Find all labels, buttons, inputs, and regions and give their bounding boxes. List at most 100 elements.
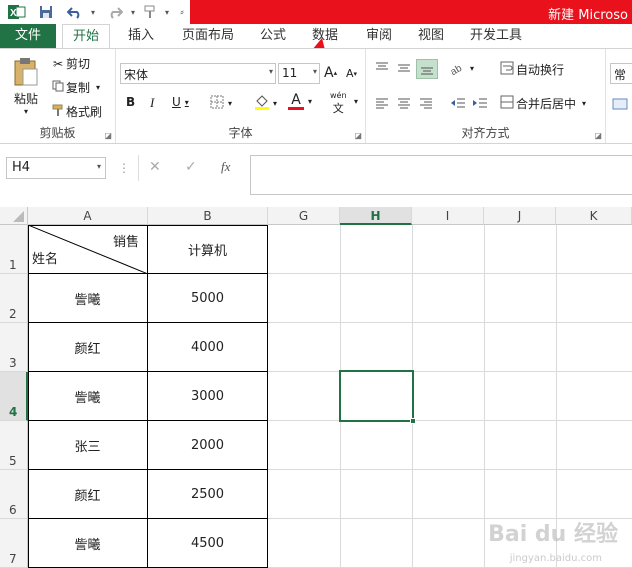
cancel-entry-button[interactable]: ✕ — [149, 159, 161, 175]
redo-dropdown-icon[interactable]: ▾ — [128, 2, 138, 22]
wrap-text-label: 自动换行 — [516, 63, 565, 77]
underline-dropdown-icon: ▾ — [184, 97, 189, 107]
decrease-indent-icon[interactable] — [450, 97, 466, 109]
tab-view[interactable]: 视图 — [408, 24, 454, 48]
merge-center-label: 合并后居中 — [516, 97, 577, 111]
cell-a2[interactable]: 訾曦 — [28, 274, 148, 323]
save-icon[interactable] — [36, 2, 56, 22]
row-header-2[interactable]: 2 — [0, 274, 28, 323]
window-title: 新建 Microso — [548, 8, 628, 23]
cell-b5[interactable]: 2000 — [148, 421, 268, 470]
selected-cell-h4[interactable] — [339, 370, 416, 424]
wrap-text-button[interactable]: 自动换行 — [498, 61, 564, 78]
tab-home[interactable]: 开始 — [62, 24, 111, 48]
row-header-5[interactable]: 5 — [0, 421, 28, 470]
alignment-launcher-icon[interactable]: ◪ — [594, 131, 602, 140]
customize-dropdown-icon[interactable]: ▾ — [162, 2, 172, 22]
italic-button[interactable]: I — [150, 95, 154, 111]
undo-dropdown-icon[interactable]: ▾ — [88, 2, 98, 22]
cut-button[interactable]: ✂ 剪切 — [50, 55, 90, 72]
cell-b2[interactable]: 5000 — [148, 274, 268, 323]
bold-button[interactable]: B — [126, 95, 135, 109]
font-name-value: 宋体 — [124, 68, 149, 82]
column-header-i[interactable]: I — [412, 207, 484, 225]
cell-b6[interactable]: 2500 — [148, 470, 268, 519]
orientation-icon[interactable]: ab ▾ — [450, 61, 474, 75]
formula-input[interactable] — [250, 155, 632, 195]
row-header-7[interactable]: 7 — [0, 519, 28, 568]
row-header-4[interactable]: 4 — [0, 372, 28, 421]
cell-a5[interactable]: 张三 — [28, 421, 148, 470]
confirm-entry-button[interactable]: ✓ — [185, 159, 197, 175]
undo-icon[interactable] — [64, 2, 86, 22]
ribbon: 粘贴 ▾ ✂ 剪切 复制 ▾ 格式刷 剪贴板 ◪ 宋体 ▾ 11 ▾ A ▴ A… — [0, 48, 632, 144]
insert-function-button[interactable]: fx — [221, 159, 230, 175]
increase-indent-icon[interactable] — [472, 97, 488, 109]
font-size-combo[interactable]: 11 ▾ — [278, 63, 320, 84]
row-number: 1 — [9, 258, 17, 272]
cell-a7[interactable]: 訾曦 — [28, 519, 148, 568]
redo-icon[interactable] — [104, 2, 126, 22]
fill-handle[interactable] — [410, 418, 416, 424]
fill-color-button[interactable]: ▾ — [254, 93, 277, 114]
cell-a1[interactable]: 销售 姓名 — [28, 225, 148, 274]
number-format-combo[interactable]: 常规 — [610, 63, 632, 84]
align-bottom-icon[interactable] — [416, 59, 438, 79]
row-number: 2 — [9, 307, 17, 321]
name-box[interactable]: H4 ▾ — [6, 157, 106, 179]
row-header-6[interactable]: 6 — [0, 470, 28, 519]
cell-b4[interactable]: 3000 — [148, 372, 268, 421]
font-launcher-icon[interactable]: ◪ — [354, 131, 362, 140]
accounting-format-icon[interactable] — [612, 97, 628, 111]
phonetic-button[interactable]: wén 文 — [330, 91, 347, 116]
cell-a4[interactable]: 訾曦 — [28, 372, 148, 421]
column-header-a[interactable]: A — [28, 207, 148, 225]
row-header-3[interactable]: 3 — [0, 323, 28, 372]
cell-b3[interactable]: 4000 — [148, 323, 268, 372]
cut-label: 剪切 — [66, 57, 91, 71]
tab-review[interactable]: 审阅 — [356, 24, 402, 48]
grow-font-button[interactable]: A ▴ — [324, 65, 337, 81]
tab-insert[interactable]: 插入 — [118, 24, 164, 48]
align-middle-icon[interactable] — [396, 61, 412, 75]
tab-formulas[interactable]: 公式 — [250, 24, 296, 48]
font-size-dropdown-icon: ▾ — [312, 67, 317, 76]
underline-button[interactable]: U ▾ — [172, 95, 189, 109]
cell-b7[interactable]: 4500 — [148, 519, 268, 568]
header-sales-label: 销售 — [112, 235, 139, 250]
merge-center-button[interactable]: 合并后居中 ▾ — [498, 95, 586, 112]
align-center-icon[interactable] — [396, 97, 412, 109]
formula-buttons: ✕ ✓ fx — [138, 155, 246, 181]
paste-button[interactable]: 粘贴 ▾ — [8, 57, 44, 116]
format-brush-icon[interactable] — [140, 2, 160, 22]
spreadsheet-grid: A B G H I J K 1 2 3 4 5 6 7 销售 姓名 计算机 訾曦… — [0, 207, 632, 568]
cell-a6[interactable]: 颜红 — [28, 470, 148, 519]
align-top-icon[interactable] — [374, 61, 390, 75]
phonetic-dropdown-icon[interactable]: ▾ — [354, 97, 358, 106]
column-header-j[interactable]: J — [484, 207, 556, 225]
border-button[interactable]: ▾ — [210, 95, 232, 112]
font-color-dropdown-icon[interactable]: ▾ — [308, 97, 312, 106]
column-header-b[interactable]: B — [148, 207, 268, 225]
column-header-h[interactable]: H — [340, 207, 412, 225]
select-all-corner[interactable] — [0, 207, 28, 225]
tab-page-layout[interactable]: 页面布局 — [172, 24, 244, 48]
shrink-font-button[interactable]: A ▾ — [346, 67, 357, 80]
cell-a3[interactable]: 颜红 — [28, 323, 148, 372]
copy-button[interactable]: 复制 ▾ — [50, 79, 100, 96]
clipboard-launcher-icon[interactable]: ◪ — [104, 131, 112, 140]
tab-developer[interactable]: 开发工具 — [460, 24, 532, 48]
svg-text:X: X — [10, 8, 17, 19]
font-color-button[interactable]: A — [288, 93, 304, 110]
more-icon[interactable]: ⸗ — [176, 2, 188, 22]
cell-b1[interactable]: 计算机 — [148, 225, 268, 274]
column-header-k[interactable]: K — [556, 207, 632, 225]
align-left-icon[interactable] — [374, 97, 390, 109]
align-right-icon[interactable] — [418, 97, 434, 109]
row-header-1[interactable]: 1 — [0, 225, 28, 274]
title-bar: X ▾ ▾ ▾ ⸗ 新建 Microso — [0, 0, 632, 24]
font-name-combo[interactable]: 宋体 ▾ — [120, 63, 276, 84]
column-header-g[interactable]: G — [268, 207, 340, 225]
tab-file[interactable]: 文件 — [0, 24, 56, 48]
format-painter-button[interactable]: 格式刷 — [50, 103, 102, 120]
